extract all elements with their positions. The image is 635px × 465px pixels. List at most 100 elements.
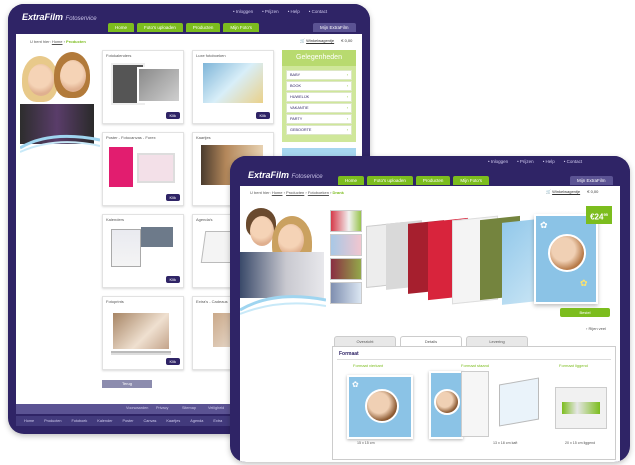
sidebar-item-birth[interactable]: GEBOORTE xyxy=(286,125,352,135)
photo-strip xyxy=(562,402,600,414)
format-title: Formaat vierkant xyxy=(353,363,384,368)
tab-upload[interactable]: Foto's uploaden xyxy=(137,23,183,32)
sidebar-title: Gelegenheden xyxy=(282,50,356,66)
face xyxy=(60,60,86,92)
top-links: • Inloggen • Prijzen • Help • Contact xyxy=(488,159,582,164)
footer-nav-item[interactable]: Poster xyxy=(123,416,134,426)
tile-button[interactable]: Klik xyxy=(165,194,180,201)
front-window: ExtraFilm Fotoservice • Inloggen • Prijz… xyxy=(230,156,630,462)
tile-button[interactable]: Klik xyxy=(255,112,270,119)
product-image xyxy=(109,147,133,187)
format-image-landscape[interactable] xyxy=(555,387,607,429)
top-links: • Inloggen • Prijzen • Help • Contact xyxy=(233,9,327,14)
tab-upload[interactable]: Foto's uploaden xyxy=(367,176,413,185)
prices-link[interactable]: • Prijzen xyxy=(262,9,279,14)
contact-link[interactable]: • Contact xyxy=(564,159,582,164)
main-nav: Home Foto's uploaden Producten Mijn Foto… xyxy=(108,23,260,32)
featured-book: ✿ ✿ xyxy=(534,214,598,304)
hero-photo xyxy=(20,52,100,153)
face xyxy=(250,216,274,246)
format-title: Formaat staand xyxy=(461,363,490,368)
tab-my-photos[interactable]: Mijn Foto's xyxy=(223,23,260,32)
product-image xyxy=(111,229,141,267)
footer-nav-item[interactable]: Kalender xyxy=(97,416,112,426)
section-title: Formaat xyxy=(339,351,359,357)
logo[interactable]: ExtraFilm Fotoservice xyxy=(248,170,323,180)
back-button[interactable]: Terug xyxy=(102,380,152,388)
login-link[interactable]: • Inloggen xyxy=(233,9,253,14)
more-link[interactable]: › Rijen veel xyxy=(586,326,606,331)
footer-nav-item[interactable]: Home xyxy=(24,416,34,426)
format-desc: 13 x 18 cm kaft xyxy=(493,441,518,445)
footer-link[interactable]: Privacy xyxy=(156,406,168,410)
hero-photo xyxy=(240,204,326,316)
format-image-square[interactable]: ✿ xyxy=(347,375,413,439)
logo[interactable]: ExtraFilm Fotoservice xyxy=(22,12,97,22)
help-link[interactable]: • Help xyxy=(543,159,555,164)
product-image xyxy=(141,227,173,247)
breadcrumb: U bent hier: Home › Producten › Fotoboek… xyxy=(250,190,344,195)
details-panel: Formaat Formaat vierkant ✿ 15 x 15 cm Fo… xyxy=(332,346,616,460)
help-link[interactable]: • Help xyxy=(288,9,300,14)
cart-icon: 🛒 xyxy=(546,189,551,194)
product-tile-prints[interactable]: Fotoprints Klik xyxy=(102,296,184,370)
order-button[interactable]: Bestel xyxy=(560,308,610,317)
sidebar-item-holiday[interactable]: VAKANTIE xyxy=(286,103,352,113)
format-desc: 20 x 15 cm liggend xyxy=(565,441,596,445)
login-link[interactable]: • Inloggen xyxy=(488,159,508,164)
product-tile-wall-calendars[interactable]: Kalenders Klik xyxy=(102,214,184,288)
flower-icon: ✿ xyxy=(580,278,588,288)
cart[interactable]: 🛒 Winkelwagentje € 0,00 xyxy=(300,38,352,43)
product-image xyxy=(111,311,171,351)
product-tile-photobooks[interactable]: Luxe fotoboeken Klik xyxy=(192,50,274,124)
breadcrumb: U bent hier: Home › Producten xyxy=(30,39,86,44)
contact-link[interactable]: • Contact xyxy=(309,9,327,14)
sidebar-item-baby[interactable]: BABY xyxy=(286,70,352,80)
footer-link[interactable]: Sitemap xyxy=(182,406,196,410)
couple-photo xyxy=(548,234,586,272)
tab-products[interactable]: Producten xyxy=(185,23,221,32)
product-tile-calendars[interactable]: Fotokalenders Klik xyxy=(102,50,184,124)
price-badge: €2495 xyxy=(586,206,612,224)
footer-nav-item[interactable]: Producten xyxy=(44,416,61,426)
footer-link[interactable]: Voorwaarden xyxy=(126,406,148,410)
thumbnail-2[interactable] xyxy=(330,234,362,256)
swoosh xyxy=(20,134,100,153)
product-gallery: ✿ ✿ €2495 Bestel xyxy=(364,206,612,322)
crumb-home[interactable]: Home xyxy=(272,190,283,195)
sidebar-item-party[interactable]: PARTY xyxy=(286,114,352,124)
footer-nav-item[interactable]: Agenda xyxy=(190,416,203,426)
tab-home[interactable]: Home xyxy=(108,23,135,32)
occasions-sidebar: Gelegenheden BABY BOOK HUWELIJK VAKANTIE… xyxy=(282,50,356,142)
crumb-products[interactable]: Producten xyxy=(286,190,304,195)
cart[interactable]: 🛒 Winkelwagentje € 0,00 xyxy=(546,189,598,194)
crumb-photobooks[interactable]: Fotoboeken xyxy=(308,190,329,195)
tab-my-photos[interactable]: Mijn Foto's xyxy=(453,176,490,185)
format-image-portrait[interactable] xyxy=(429,371,463,439)
crumb-home[interactable]: Home xyxy=(52,39,63,44)
footer-nav-item[interactable]: Kaartjes xyxy=(166,416,180,426)
footer-nav-item[interactable]: Extra xyxy=(213,416,222,426)
flower-icon: ✿ xyxy=(352,380,359,389)
my-account-button[interactable]: Mijn ExtraFilm xyxy=(313,23,356,32)
tile-button[interactable]: Klik xyxy=(165,358,180,365)
section-divider xyxy=(337,359,611,360)
prices-link[interactable]: • Prijzen xyxy=(517,159,534,164)
footer-nav-item[interactable]: Canvas xyxy=(143,416,156,426)
tile-button[interactable]: Klik xyxy=(165,112,180,119)
main-nav: Home Foto's uploaden Producten Mijn Foto… xyxy=(338,176,490,185)
thumbnail-3[interactable] xyxy=(330,258,362,280)
front-content: U bent hier: Home › Producten › Fotoboek… xyxy=(240,186,620,462)
tab-products[interactable]: Producten xyxy=(415,176,451,185)
my-account-button[interactable]: Mijn ExtraFilm xyxy=(570,176,613,185)
tab-home[interactable]: Home xyxy=(338,176,365,185)
footer-nav-item[interactable]: Fotoboek xyxy=(71,416,87,426)
tile-button[interactable]: Klik xyxy=(165,276,180,283)
couple-photo xyxy=(434,389,460,415)
footer-link[interactable]: Veiligheid xyxy=(208,406,224,410)
sidebar-item-wedding[interactable]: HUWELIJK xyxy=(286,92,352,102)
sidebar-item-book[interactable]: BOOK xyxy=(286,81,352,91)
thumbnail-4[interactable] xyxy=(330,282,362,304)
product-tile-posters[interactable]: Poster - Fotocanvas - Forex Klik xyxy=(102,132,184,206)
thumbnail-1[interactable] xyxy=(330,210,362,232)
